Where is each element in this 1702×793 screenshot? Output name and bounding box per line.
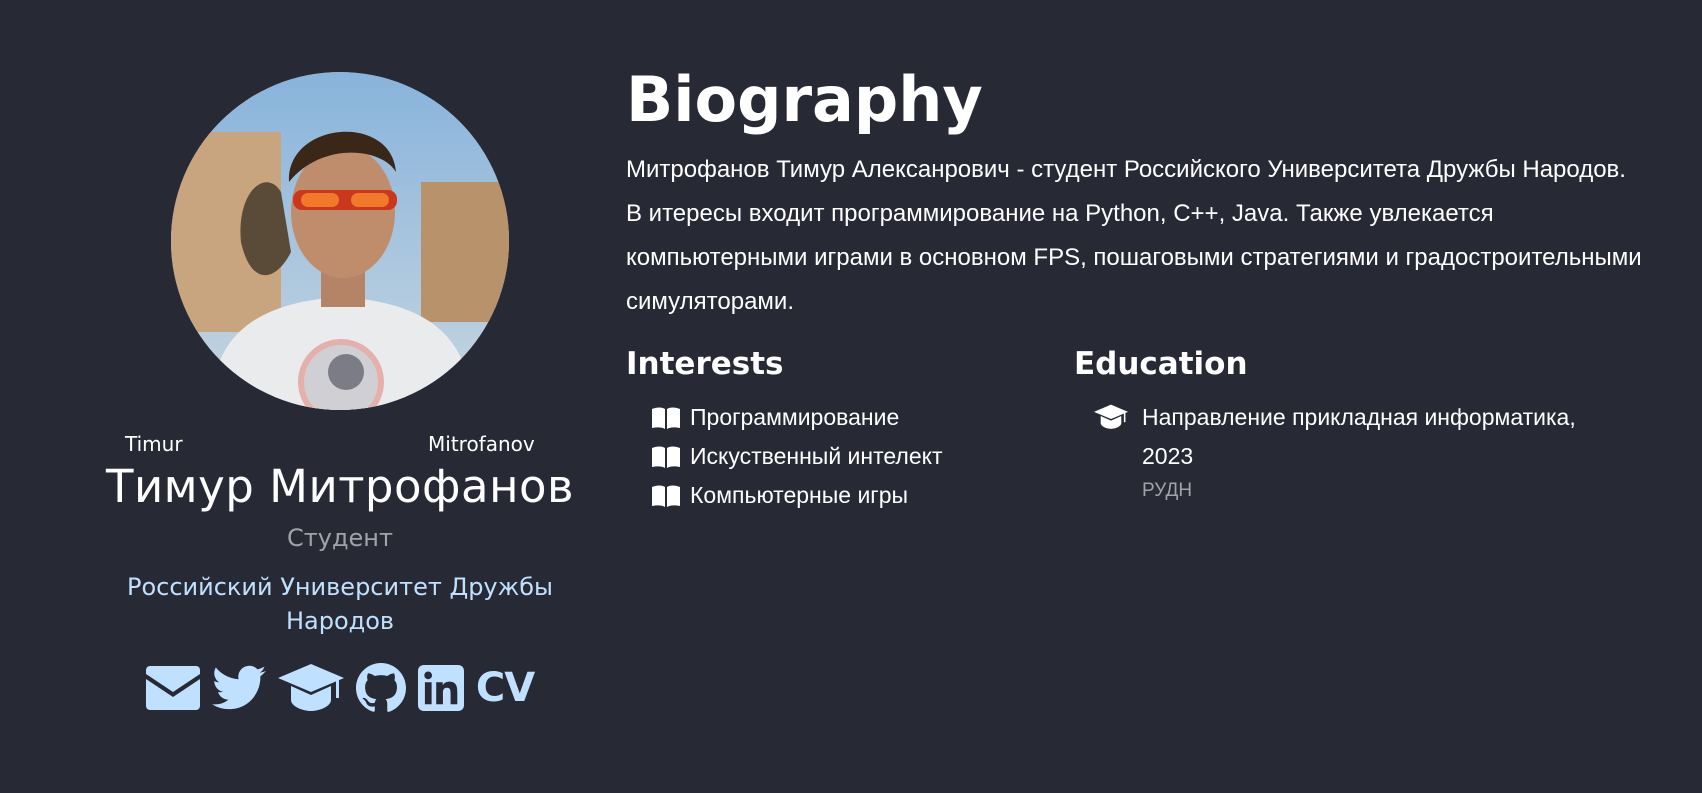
interest-label: Компьютерные игры xyxy=(690,482,909,508)
envelope-icon xyxy=(145,666,200,710)
interest-item: Искуственный интелект xyxy=(652,437,1074,476)
first-name-en: Timur xyxy=(125,432,183,456)
education-section: Education Направление прикладная информа… xyxy=(1074,346,1634,515)
full-name: Тимур Митрофанов xyxy=(105,460,575,513)
avatar xyxy=(171,72,509,410)
biography-text: Митрофанов Тимур Алексанрович - студент … xyxy=(626,156,1642,315)
education-title: Education xyxy=(1074,346,1248,382)
social-links: CV xyxy=(60,660,620,716)
interests-list: Программирование Искуственный интелект К… xyxy=(626,398,1074,515)
english-name-row: Timur Mitrofanov xyxy=(60,432,620,458)
interests-title: Interests xyxy=(626,346,784,382)
interest-label: Искуственный интелект xyxy=(690,443,943,469)
education-institution: РУДН xyxy=(1142,480,1193,501)
education-item: Направление прикладная информатика, 2023… xyxy=(1074,398,1634,506)
avatar-image xyxy=(171,72,509,410)
scholar-link[interactable] xyxy=(277,664,344,712)
details-columns: Interests Программирование Искуственный … xyxy=(626,346,1656,515)
twitter-icon xyxy=(211,665,266,710)
role: Студент xyxy=(287,524,393,552)
book-icon xyxy=(652,407,680,429)
cv-icon: CV xyxy=(475,665,535,711)
interest-item: Программирование xyxy=(652,398,1074,437)
linkedin-link[interactable] xyxy=(417,665,464,711)
graduation-cap-icon xyxy=(277,664,344,711)
github-link[interactable] xyxy=(355,663,406,713)
interest-item: Компьютерные игры xyxy=(652,476,1074,515)
book-icon xyxy=(652,446,680,468)
twitter-link[interactable] xyxy=(211,665,266,711)
graduation-cap-icon xyxy=(1094,404,1128,506)
interest-label: Программирование xyxy=(690,404,900,430)
education-course: Направление прикладная информатика, 2023 xyxy=(1142,404,1576,469)
email-link[interactable] xyxy=(145,666,200,710)
main-content: Biography Митрофанов Тимур Алексанрович … xyxy=(626,60,1656,515)
github-icon xyxy=(355,663,406,712)
book-icon xyxy=(652,485,680,507)
cv-link[interactable]: CV xyxy=(475,665,535,711)
last-name-en: Mitrofanov xyxy=(428,432,535,456)
interests-section: Interests Программирование Искуственный … xyxy=(626,346,1074,515)
linkedin-icon xyxy=(417,665,464,711)
profile-card: Timur Mitrofanov Тимур Митрофанов Студен… xyxy=(60,72,620,716)
organization-link[interactable]: Российский Университет Дружбы Народов xyxy=(90,570,590,638)
biography-title: Biography xyxy=(626,63,983,136)
